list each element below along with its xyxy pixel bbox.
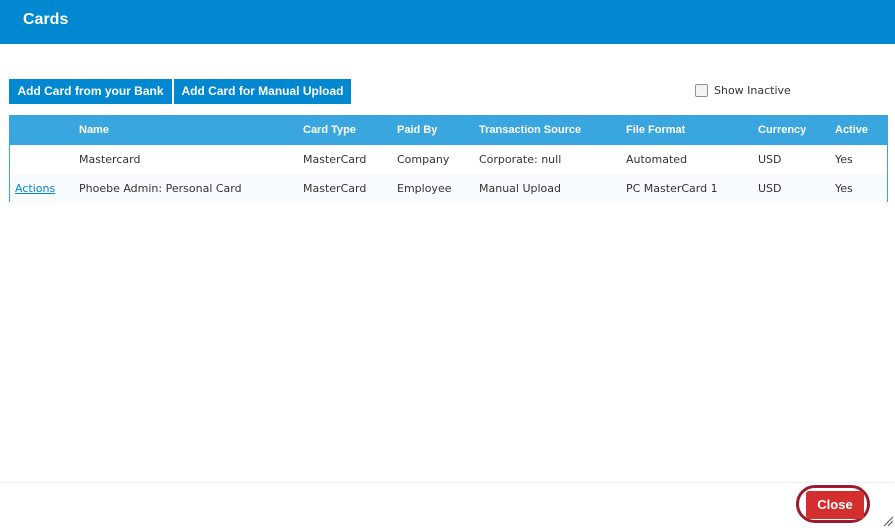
cell-currency: USD — [758, 153, 782, 166]
table-row[interactable]: Mastercard MasterCard Company Corporate:… — [10, 145, 887, 175]
cell-paid-by: Company — [397, 153, 450, 166]
cell-paid-by: Employee — [397, 182, 452, 195]
cell-active: Yes — [835, 182, 853, 195]
dialog-title: Cards — [23, 11, 69, 28]
cell-file-format: Automated — [626, 153, 688, 166]
add-card-manual-upload-button[interactable]: Add Card for Manual Upload — [174, 79, 351, 104]
cell-name: Mastercard — [79, 153, 141, 166]
resize-grip-icon[interactable] — [882, 515, 894, 527]
column-header-paid-by[interactable]: Paid By — [397, 124, 437, 136]
cell-card-type: MasterCard — [303, 182, 367, 195]
cell-currency: USD — [758, 182, 782, 195]
show-inactive-toggle[interactable]: Show Inactive — [695, 82, 791, 98]
close-button[interactable]: Close — [806, 491, 864, 519]
column-header-card-type[interactable]: Card Type — [303, 124, 356, 136]
column-header-file-format[interactable]: File Format — [626, 124, 685, 136]
dialog-header: Cards — [0, 0, 895, 44]
cards-table: Name Card Type Paid By Transaction Sourc… — [9, 115, 888, 203]
column-header-currency[interactable]: Currency — [758, 124, 806, 136]
add-card-from-bank-button[interactable]: Add Card from your Bank — [9, 79, 172, 104]
cell-file-format: PC MasterCard 1 — [626, 182, 718, 195]
cell-active: Yes — [835, 153, 853, 166]
column-header-name[interactable]: Name — [79, 124, 109, 136]
table-header: Name Card Type Paid By Transaction Sourc… — [10, 116, 887, 145]
cell-transaction-source: Corporate: null — [479, 153, 562, 166]
cell-card-type: MasterCard — [303, 153, 367, 166]
cards-dialog: Cards Add Card from your Bank Add Card f… — [0, 0, 895, 528]
footer-divider — [0, 482, 895, 483]
cell-name: Phoebe Admin: Personal Card — [79, 182, 242, 195]
show-inactive-checkbox[interactable] — [695, 83, 708, 97]
table-row[interactable]: Actions Phoebe Admin: Personal Card Mast… — [10, 174, 887, 203]
show-inactive-label: Show Inactive — [714, 83, 791, 97]
column-header-transaction-source[interactable]: Transaction Source — [479, 124, 581, 136]
cell-transaction-source: Manual Upload — [479, 182, 562, 195]
column-header-active[interactable]: Active — [835, 124, 868, 136]
actions-link[interactable]: Actions — [15, 182, 55, 195]
